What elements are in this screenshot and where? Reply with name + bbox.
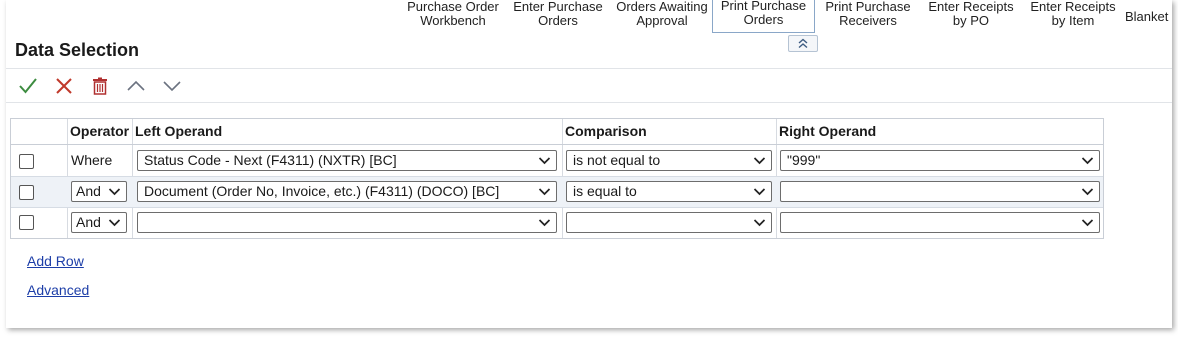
- ok-button[interactable]: [10, 74, 46, 98]
- chevron-down-icon: [753, 188, 766, 196]
- comparison-select[interactable]: [566, 212, 772, 233]
- trash-icon: [93, 77, 107, 95]
- left-operand-value: Status Code - Next (F4311) (NXTR) [BC]: [144, 152, 397, 168]
- row-checkbox[interactable]: [19, 154, 34, 169]
- tab-print-purchase-receivers[interactable]: Print Purchase Receivers: [817, 0, 919, 33]
- data-selection-window: Purchase Order Workbench Enter Purchase Or…: [6, 0, 1172, 328]
- toolbar: [10, 74, 190, 98]
- table-row: Where Status Code - Next (F4311) (NXTR) …: [11, 145, 1103, 177]
- grid-header: Operator Left Operand Comparison Right O…: [11, 119, 1103, 145]
- title-divider: [6, 68, 1172, 69]
- left-operand-select[interactable]: Status Code - Next (F4311) (NXTR) [BC]: [137, 150, 557, 171]
- header-right-operand[interactable]: Right Operand: [776, 119, 1103, 144]
- comparison-select[interactable]: is equal to: [566, 181, 772, 202]
- right-operand-select[interactable]: [780, 181, 1100, 202]
- add-row-link[interactable]: Add Row: [27, 253, 84, 269]
- tab-label-line2: Orders: [538, 13, 578, 28]
- move-up-button[interactable]: [118, 74, 154, 98]
- chevron-down-icon: [108, 188, 121, 196]
- chevron-up-icon: [127, 80, 145, 91]
- collapse-header-button[interactable]: [788, 35, 818, 52]
- page-title: Data Selection: [15, 40, 140, 60]
- tab-enter-purchase-orders[interactable]: Enter Purchase Orders: [508, 0, 608, 33]
- tab-label-line1: Enter Purchase: [513, 0, 603, 14]
- header-operator[interactable]: Operator: [67, 119, 132, 144]
- operator-select[interactable]: And: [71, 212, 127, 233]
- cancel-button[interactable]: [46, 74, 82, 98]
- tab-label-line1: Enter Receipts: [928, 0, 1014, 14]
- double-chevron-up-icon: [798, 38, 808, 49]
- tab-label-line1: Enter Receipts: [1030, 0, 1116, 14]
- chevron-down-icon: [1081, 157, 1094, 165]
- comparison-value: is not equal to: [573, 152, 661, 168]
- tab-print-purchase-orders[interactable]: Print Purchase Orders: [712, 0, 815, 33]
- chevron-down-icon: [538, 219, 551, 227]
- chevron-down-icon: [538, 188, 551, 196]
- tab-label-line2: Workbench: [420, 13, 486, 28]
- tab-label-line1: Orders Awaiting: [616, 0, 708, 14]
- comparison-value: is equal to: [573, 183, 637, 199]
- operator-value: And: [76, 214, 101, 230]
- left-operand-select[interactable]: [137, 212, 557, 233]
- tab-label-line2: by Item: [1051, 13, 1095, 28]
- advanced-link[interactable]: Advanced: [27, 282, 89, 298]
- operator-value: And: [76, 183, 101, 199]
- table-row: And Document (Order No, Invoice, etc.) (…: [11, 176, 1103, 208]
- left-operand-select[interactable]: Document (Order No, Invoice, etc.) (F431…: [137, 181, 557, 202]
- table-row: And: [11, 208, 1103, 240]
- header-select: [11, 119, 67, 144]
- tab-enter-receipts-by-item[interactable]: Enter Receipts by Item: [1023, 0, 1123, 33]
- move-down-button[interactable]: [154, 74, 190, 98]
- operator-select[interactable]: And: [71, 181, 127, 202]
- tab-label-line1: Blanket: [1125, 8, 1169, 24]
- operator-label: Where: [71, 152, 113, 168]
- criteria-grid: Operator Left Operand Comparison Right O…: [10, 118, 1104, 239]
- chevron-down-icon: [753, 157, 766, 165]
- chevron-down-icon: [1081, 188, 1094, 196]
- right-operand-select[interactable]: [780, 212, 1100, 233]
- tab-label-line1: Print Purchase: [825, 0, 911, 14]
- tab-strip: Purchase Order Workbench Enter Purchase Or…: [6, 0, 1172, 33]
- tab-label-line2: Receivers: [839, 13, 897, 28]
- chevron-down-icon: [538, 157, 551, 165]
- tab-blanket[interactable]: Blanket: [1125, 0, 1172, 33]
- chevron-down-icon: [108, 219, 121, 227]
- right-operand-value: "999": [787, 152, 821, 168]
- x-icon: [56, 78, 72, 94]
- row-checkbox[interactable]: [19, 215, 34, 230]
- tab-label-line2: Orders: [743, 12, 784, 27]
- right-operand-select[interactable]: "999": [780, 150, 1100, 171]
- tab-orders-awaiting-approval[interactable]: Orders Awaiting Approval: [610, 0, 714, 33]
- header-left-operand[interactable]: Left Operand: [132, 119, 562, 144]
- row-checkbox[interactable]: [19, 185, 34, 200]
- tab-label-line1: Purchase Order: [407, 0, 499, 14]
- chevron-down-icon: [163, 81, 181, 92]
- header-comparison[interactable]: Comparison: [562, 119, 776, 144]
- chevron-down-icon: [753, 219, 766, 227]
- tab-label-line2: Approval: [636, 13, 688, 28]
- toolbar-divider: [6, 102, 1172, 103]
- chevron-down-icon: [1081, 219, 1094, 227]
- checkmark-icon: [19, 78, 37, 94]
- delete-row-button[interactable]: [82, 74, 118, 98]
- tab-purchase-order-workbench[interactable]: Purchase Order Workbench: [402, 0, 504, 33]
- tab-enter-receipts-by-po[interactable]: Enter Receipts by PO: [921, 0, 1021, 33]
- left-operand-value: Document (Order No, Invoice, etc.) (F431…: [144, 183, 500, 199]
- tab-label-line2: by PO: [952, 13, 990, 28]
- comparison-select[interactable]: is not equal to: [566, 150, 772, 171]
